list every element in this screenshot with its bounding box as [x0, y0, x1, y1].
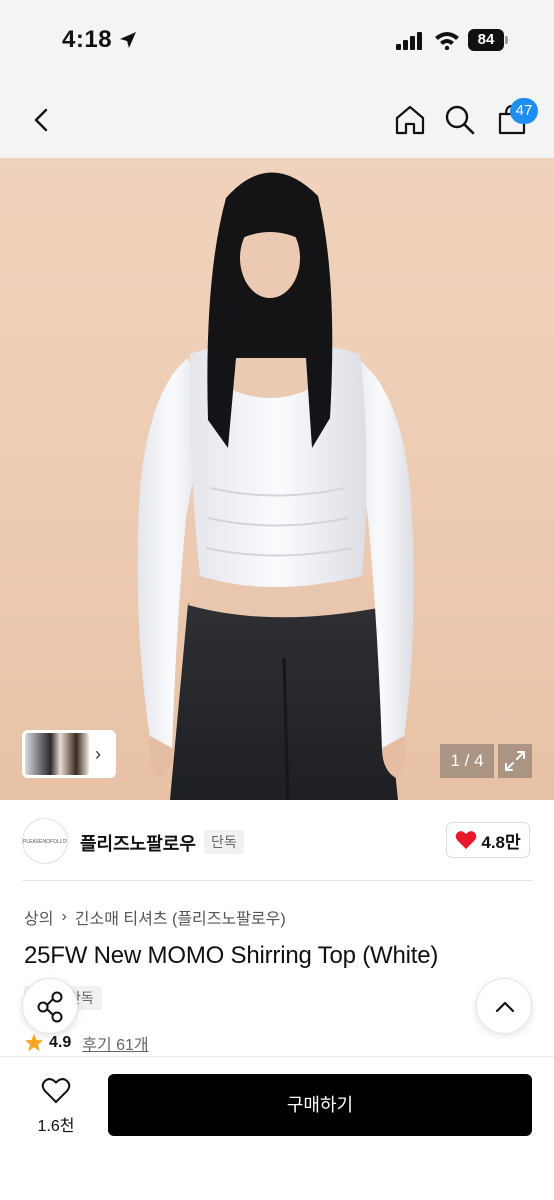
- cellular-signal-icon: [396, 32, 422, 50]
- search-icon[interactable]: [442, 102, 478, 138]
- star-icon: [25, 1034, 43, 1051]
- divider: [22, 880, 532, 881]
- model-photo: [137, 172, 414, 800]
- scroll-to-top-button[interactable]: [476, 978, 532, 1034]
- back-icon[interactable]: [24, 102, 60, 138]
- home-icon[interactable]: [392, 102, 428, 138]
- bottom-action-bar: 1.6천 구매하기: [0, 1056, 554, 1200]
- rating-value: 4.9: [49, 1034, 72, 1051]
- product-image[interactable]: › 1 / 4: [0, 158, 554, 800]
- status-bar: 4:18 84: [0, 0, 554, 84]
- brand-name[interactable]: 플리즈노팔로우: [80, 830, 196, 856]
- chevron-right-icon: ›: [61, 908, 67, 925]
- wishlist-count: 1.6천: [37, 1118, 75, 1135]
- share-button[interactable]: [22, 978, 78, 1034]
- buy-button[interactable]: 구매하기: [108, 1074, 532, 1136]
- breadcrumb-item-category[interactable]: 상의: [24, 905, 53, 929]
- rating-row: 4.9 후기 61개: [24, 1031, 149, 1055]
- chevron-right-icon[interactable]: ›: [95, 744, 101, 765]
- top-nav-bar: 47: [0, 84, 554, 158]
- brand-row: PLEASENOFOLLOW 플리즈노팔로우 단독 4.8만: [0, 800, 554, 880]
- wifi-icon: [435, 32, 459, 50]
- status-time: 4:18: [62, 26, 113, 53]
- brand-like-button[interactable]: 4.8만: [446, 822, 530, 858]
- share-icon: [37, 991, 63, 1023]
- heart-icon: [456, 831, 477, 849]
- battery-level: 84: [468, 29, 504, 51]
- breadcrumb: 상의 › 긴소매 티셔츠 (플리즈노팔로우): [24, 905, 286, 929]
- brand-logo[interactable]: PLEASENOFOLLOW: [22, 818, 68, 864]
- image-page-counter: 1 / 4: [440, 744, 494, 778]
- thumbnail-image[interactable]: [25, 733, 89, 775]
- chevron-up-icon: [495, 1001, 515, 1013]
- location-arrow-icon: [120, 32, 136, 48]
- brand-like-count: 4.8만: [481, 832, 521, 852]
- review-link[interactable]: 후기 61개: [82, 1031, 148, 1055]
- thumbnail-strip[interactable]: ›: [22, 730, 116, 778]
- heart-outline-icon: [41, 1078, 71, 1104]
- wishlist-button[interactable]: 1.6천: [22, 1077, 90, 1137]
- expand-icon[interactable]: [498, 744, 532, 778]
- battery-icon: 84: [468, 29, 508, 51]
- product-title: 25FW New MOMO Shirring Top (White): [24, 942, 439, 969]
- breadcrumb-item-subcategory[interactable]: 긴소매 티셔츠 (플리즈노팔로우): [75, 905, 286, 929]
- exclusive-badge: 단독: [204, 830, 244, 854]
- cart-count-badge: 47: [510, 98, 538, 124]
